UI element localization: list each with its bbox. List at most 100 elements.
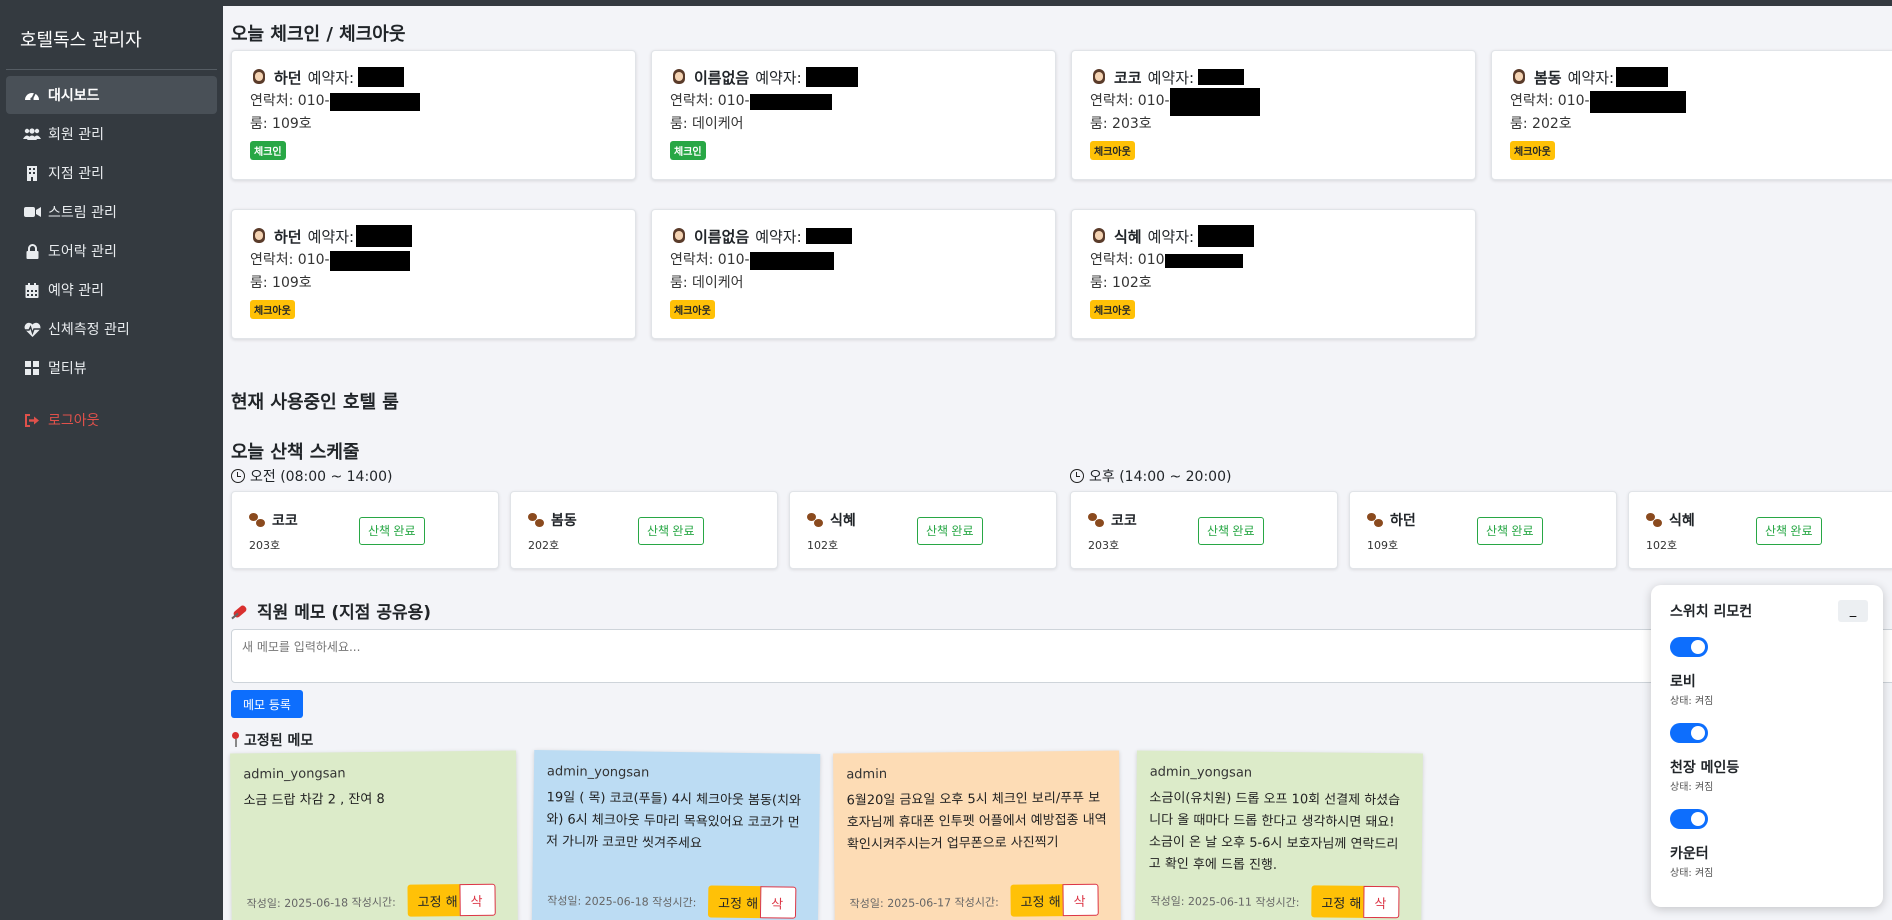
walk-card: 하던 109호 산책 완료 xyxy=(1349,491,1617,569)
switch-state: 상태: 켜짐 xyxy=(1670,696,1714,707)
booker-label: 예약자: xyxy=(1567,68,1615,87)
switch-state: 상태: 켜짐 xyxy=(1670,782,1714,793)
walk-done-button[interactable]: 산책 완료 xyxy=(1198,517,1264,545)
switch-name: 천장 메인등 xyxy=(1670,760,1740,776)
redacted-block xyxy=(1164,253,1243,268)
pet-name: 하던 xyxy=(274,227,302,246)
walk-room: 109호 xyxy=(1367,539,1399,552)
reservation-card: 코코 예약자: 연락처: 010- 룸: 203호 체크아웃 xyxy=(1071,50,1476,180)
sidebar-item-label: 대시보드 xyxy=(48,88,100,104)
status-badge: 체크아웃 xyxy=(1090,141,1135,160)
pet-name: 하던 xyxy=(274,68,302,87)
booker-label: 예약자: xyxy=(307,227,355,246)
sidebar-item-label: 멀티뷰 xyxy=(48,361,87,377)
contact-label: 연락처: 010- xyxy=(1510,93,1590,109)
memo-note: admin_yongsan 19일 ( 목) 코코(푸들) 4시 체크아웃 봄동… xyxy=(531,750,821,920)
booker-label: 예약자: xyxy=(1147,68,1195,87)
sidebar-item-streams[interactable]: 스트림 관리 xyxy=(6,193,217,231)
walk-done-button[interactable]: 산책 완료 xyxy=(638,517,704,545)
lobby-toggle[interactable] xyxy=(1670,637,1708,657)
walk-card: 봄동 202호 산책 완료 xyxy=(510,491,778,569)
switch-name: 로비 xyxy=(1670,674,1696,690)
sidebar-item-doorlock[interactable]: 도어락 관리 xyxy=(6,232,217,270)
walk-card: 코코 203호 산책 완료 xyxy=(231,491,499,569)
paw-icon xyxy=(807,513,824,527)
sidebar-item-dashboard[interactable]: 대시보드 xyxy=(6,76,217,114)
dog-face-icon xyxy=(670,68,688,86)
clock-icon xyxy=(231,469,245,483)
delete-button[interactable]: 삭 xyxy=(1363,885,1400,919)
memo-submit-button[interactable]: 메모 등록 xyxy=(231,690,303,718)
users-icon xyxy=(22,127,42,141)
counter-toggle[interactable] xyxy=(1670,809,1708,829)
delete-button[interactable]: 삭 xyxy=(759,886,797,919)
remote-title: 스위치 리모컨 xyxy=(1670,604,1753,620)
walk-done-button[interactable]: 산책 완료 xyxy=(1756,517,1822,545)
redacted-block xyxy=(1616,67,1669,87)
room-label: 룸: 102호 xyxy=(1090,275,1152,291)
afternoon-slot-title: 오후 (14:00 ~ 20:00) xyxy=(1070,466,1231,486)
note-meta: 작성일: 2025-06-18 작성시간: xyxy=(246,895,396,911)
redacted-block xyxy=(356,225,413,247)
redacted-block xyxy=(749,93,832,110)
walk-card: 코코 203호 산책 완료 xyxy=(1070,491,1338,569)
paw-icon xyxy=(1088,513,1105,527)
sidebar-item-label: 예약 관리 xyxy=(48,283,104,299)
app-title: 호텔독스 관리자 xyxy=(20,30,142,51)
room-label: 룸: 데이케어 xyxy=(670,116,744,132)
delete-button[interactable]: 삭 xyxy=(1062,883,1099,917)
walk-pet-name: 하던 xyxy=(1390,513,1416,529)
lock-icon xyxy=(22,243,42,259)
unpin-button[interactable]: 고정 해 xyxy=(407,884,460,917)
status-badge: 체크인 xyxy=(670,141,706,160)
status-badge: 체크아웃 xyxy=(250,300,295,319)
room-label: 룸: 202호 xyxy=(1510,116,1572,132)
walk-done-button[interactable]: 산책 완료 xyxy=(917,517,983,545)
unpin-button[interactable]: 고정 해 xyxy=(1010,884,1063,917)
sidebar-item-reservations[interactable]: 예약 관리 xyxy=(6,271,217,309)
sidebar-item-label: 스트림 관리 xyxy=(48,205,117,221)
reservation-card: 봄동 예약자: 연락처: 010- 룸: 202호 체크아웃 xyxy=(1491,50,1892,180)
pinned-memo-label: 고정된 메모 xyxy=(244,733,314,749)
note-content: 소금 드랍 차감 2 , 잔여 8 xyxy=(243,791,385,809)
sidebar-item-body-measure[interactable]: 신체측정 관리 xyxy=(6,310,217,348)
redacted-block xyxy=(1589,90,1686,113)
walk-done-button[interactable]: 산책 완료 xyxy=(1477,517,1543,545)
contact-label: 연락처: 010- xyxy=(1090,93,1170,109)
minimize-button[interactable]: _ xyxy=(1838,600,1868,622)
unpin-button[interactable]: 고정 해 xyxy=(707,885,761,919)
heartbeat-icon xyxy=(22,322,42,337)
walk-card: 식혜 102호 산책 완료 xyxy=(1628,491,1892,569)
morning-slot-label: 오전 (08:00 ~ 14:00) xyxy=(250,469,393,485)
ceiling-light-toggle[interactable] xyxy=(1670,723,1708,743)
dog-face-icon xyxy=(1090,68,1108,86)
logout-link[interactable]: 로그아웃 xyxy=(6,401,217,439)
logout-label: 로그아웃 xyxy=(48,413,100,429)
paw-icon xyxy=(1367,513,1384,527)
status-badge: 체크아웃 xyxy=(1510,141,1555,160)
booker-label: 예약자: xyxy=(755,227,802,246)
unpin-button[interactable]: 고정 해 xyxy=(1311,885,1364,918)
sidebar-item-multiview[interactable]: 멀티뷰 xyxy=(6,349,217,387)
sidebar-item-branches[interactable]: 지점 관리 xyxy=(6,154,217,192)
switch-remote-panel: 스위치 리모컨 _ 로비 상태: 켜짐 천장 메인등 상태: 켜짐 카운터 상태… xyxy=(1651,585,1883,907)
booker-label: 예약자: xyxy=(307,68,355,87)
sidebar-item-label: 신체측정 관리 xyxy=(48,322,130,338)
walk-pet-name: 식혜 xyxy=(830,513,856,529)
contact-label: 연락처: 010- xyxy=(670,93,750,109)
note-content: 소금이(유치원) 드롭 오프 10회 선결제 하셨습니다 올 때마다 드롭 한다… xyxy=(1148,790,1401,873)
sidebar-item-members[interactable]: 회원 관리 xyxy=(6,115,217,153)
delete-button[interactable]: 삭 xyxy=(459,883,496,917)
pet-name: 이름없음 xyxy=(694,68,750,87)
memo-note: admin_yongsan 소금 드랍 차감 2 , 잔여 8 작성일: 202… xyxy=(230,750,518,920)
walk-room: 203호 xyxy=(249,539,281,552)
building-icon xyxy=(22,165,42,181)
status-badge: 체크인 xyxy=(250,141,286,160)
redacted-block xyxy=(358,67,405,87)
checkin-title: 오늘 체크인 / 체크아웃 xyxy=(231,24,406,45)
walk-pet-name: 식혜 xyxy=(1669,513,1695,529)
memo-input[interactable] xyxy=(231,629,1892,683)
morning-slot-title: 오전 (08:00 ~ 14:00) xyxy=(231,466,392,486)
switch-name: 카운터 xyxy=(1670,846,1709,862)
walk-done-button[interactable]: 산책 완료 xyxy=(359,517,425,545)
